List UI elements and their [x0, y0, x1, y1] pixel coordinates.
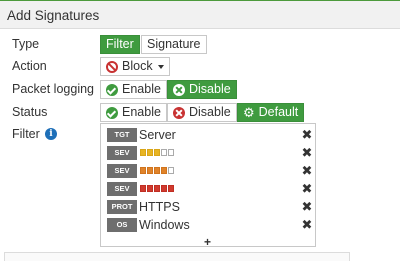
remove-icon[interactable]: ✖ — [301, 128, 313, 142]
filter-item-os: OS Windows ✖ — [107, 218, 313, 233]
packet-logging-enable-label: Enable — [122, 82, 161, 96]
gear-icon: ⚙ — [243, 104, 255, 120]
filter-item-severity-red: SEV ✖ — [107, 182, 313, 197]
severity-meter — [140, 185, 174, 193]
severity-meter — [140, 149, 174, 157]
add-filter-button[interactable]: + — [204, 235, 211, 249]
type-label: Type — [12, 37, 40, 51]
remove-icon[interactable]: ✖ — [301, 164, 313, 178]
bottom-panel-edge — [4, 252, 350, 261]
type-signature-button[interactable]: Signature — [141, 35, 207, 54]
status-default-label: Default — [258, 105, 299, 119]
type-filter-label: Filter — [106, 37, 134, 51]
status-disable-button[interactable]: Disable — [167, 103, 237, 122]
packet-logging-enable-button[interactable]: Enable — [100, 80, 167, 99]
filter-tag: PROT — [107, 200, 137, 214]
check-circle-icon — [106, 83, 118, 96]
packet-logging-disable-button[interactable]: Disable — [167, 80, 237, 99]
filter-tag: SEV — [107, 146, 137, 160]
filter-tag: SEV — [107, 164, 137, 178]
check-circle-icon — [106, 106, 118, 119]
status-enable-label: Enable — [122, 105, 161, 119]
filter-value: HTTPS — [139, 200, 180, 214]
filter-item-protocol: PROT HTTPS ✖ — [107, 200, 313, 215]
filter-item-target: TGT Server ✖ — [107, 128, 313, 143]
filter-list: TGT Server ✖ SEV ✖ SEV ✖ SEV ✖ PROT HTTP… — [100, 123, 316, 249]
info-icon[interactable]: i — [45, 128, 57, 140]
type-filter-button[interactable]: Filter — [100, 35, 140, 54]
dialog-title: Add Signatures — [7, 8, 100, 23]
filter-item-severity-yellow: SEV ✖ — [107, 146, 313, 161]
dialog-header: Add Signatures — [0, 1, 400, 29]
action-dropdown[interactable]: Block — [100, 57, 170, 76]
x-circle-icon — [173, 106, 185, 119]
type-signature-label: Signature — [147, 37, 201, 51]
severity-meter — [140, 167, 174, 175]
status-default-button[interactable]: ⚙ Default — [237, 103, 305, 122]
status-disable-label: Disable — [189, 105, 231, 119]
remove-icon[interactable]: ✖ — [301, 200, 313, 214]
filter-value: Server — [139, 128, 176, 142]
packet-logging-disable-label: Disable — [189, 82, 231, 96]
remove-icon[interactable]: ✖ — [301, 182, 313, 196]
x-circle-icon — [173, 83, 185, 96]
packet-logging-label: Packet logging — [12, 82, 95, 96]
remove-icon[interactable]: ✖ — [301, 218, 313, 232]
remove-icon[interactable]: ✖ — [301, 146, 313, 160]
action-value: Block — [122, 59, 153, 73]
status-label: Status — [12, 105, 48, 119]
filter-item-severity-orange: SEV ✖ — [107, 164, 313, 179]
filter-tag: OS — [107, 218, 137, 232]
action-label: Action — [12, 59, 47, 73]
filter-label: Filter — [12, 127, 40, 141]
filter-value: Windows — [139, 218, 190, 232]
chevron-down-icon — [157, 64, 164, 69]
block-icon — [106, 60, 118, 73]
filter-tag: TGT — [107, 128, 137, 142]
filter-tag: SEV — [107, 182, 137, 196]
status-enable-button[interactable]: Enable — [100, 103, 167, 122]
